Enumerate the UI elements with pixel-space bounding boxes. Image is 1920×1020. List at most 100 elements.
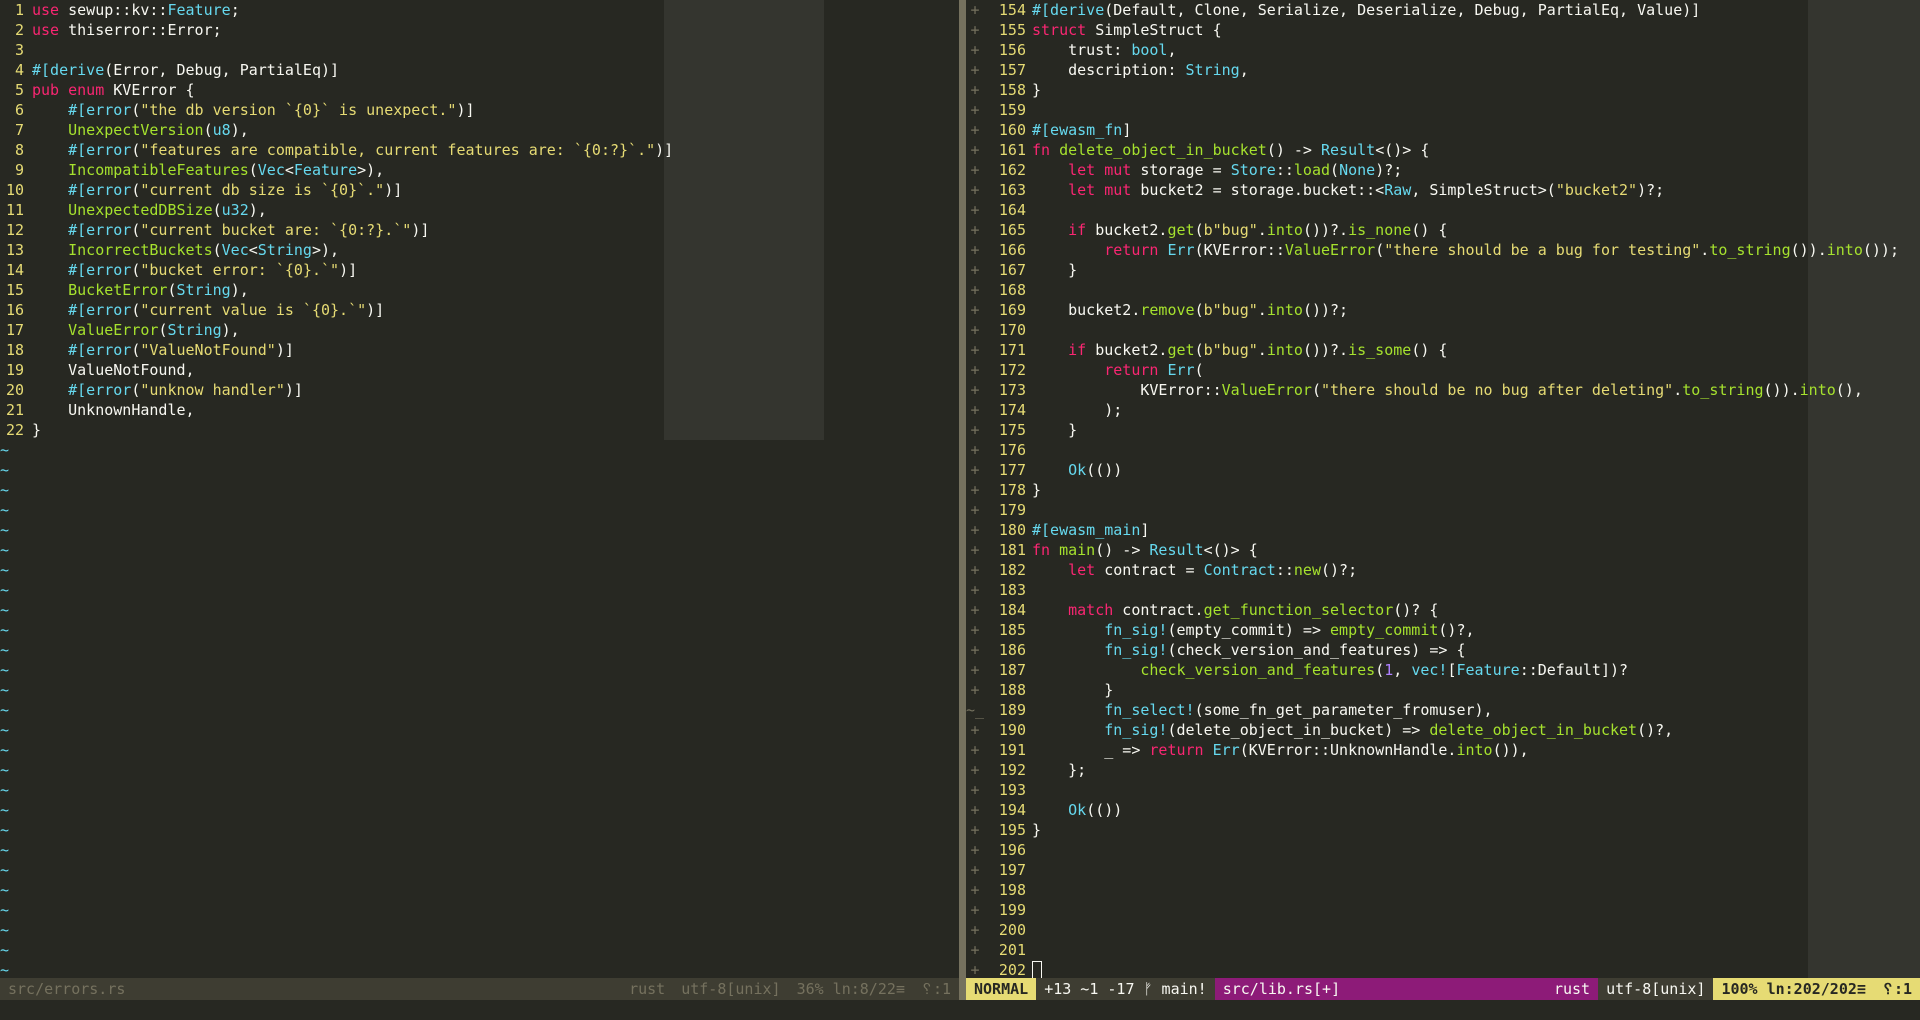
tilde-marker: ~ <box>0 581 10 599</box>
vertical-split-divider[interactable] <box>959 0 966 1000</box>
code-line[interactable]: +200 <box>966 920 1920 940</box>
code-line[interactable]: +166 return Err(KVError::ValueError("the… <box>966 240 1920 260</box>
code-line[interactable]: +182 let contract = Contract::new()?; <box>966 560 1920 580</box>
code-text: UnknownHandle, <box>32 401 195 419</box>
git-sign: + <box>970 721 980 739</box>
code-line[interactable]: 3 <box>0 40 959 60</box>
code-line[interactable]: 17 ValueError(String), <box>0 320 959 340</box>
code-line[interactable]: +156 trust: bool, <box>966 40 1920 60</box>
code-line[interactable]: +160 #[ewasm_fn] <box>966 120 1920 140</box>
line-number: 167 <box>998 261 1026 279</box>
code-line[interactable]: +171 if bucket2.get(b"bug".into())?.is_s… <box>966 340 1920 360</box>
status-filetype: rust <box>629 980 666 998</box>
code-line[interactable]: 10 #[error("current db size is `{0}`.")] <box>0 180 959 200</box>
code-line[interactable]: +162 let mut storage = Store::load(None)… <box>966 160 1920 180</box>
code-line[interactable]: +169 bucket2.remove(b"bug".into())?; <box>966 300 1920 320</box>
tilde-marker: ~ <box>0 861 10 879</box>
code-line[interactable]: +165 if bucket2.get(b"bug".into())?.is_n… <box>966 220 1920 240</box>
code-line[interactable]: +176 <box>966 440 1920 460</box>
code-line[interactable]: +202 <box>966 960 1920 978</box>
code-text: return Err( <box>1104 361 1204 379</box>
code-line[interactable]: ~_ 189 fn_select!(some_fn_get_parameter_f… <box>966 700 1920 720</box>
code-line[interactable]: +170 <box>966 320 1920 340</box>
code-line[interactable]: 15 BucketError(String), <box>0 280 959 300</box>
code-line[interactable]: 7 UnexpectVersion(u8), <box>0 120 959 140</box>
code-line[interactable]: 5 pub enum KVError { <box>0 80 959 100</box>
code-line[interactable]: +197 <box>966 860 1920 880</box>
status-position: 36% ln:8/22≡ <box>796 980 905 998</box>
right-editor-pane[interactable]: +154 #[derive(Default, Clone, Serialize, … <box>966 0 1920 978</box>
line-number: 13 <box>5 241 24 259</box>
line-number: 179 <box>998 501 1026 519</box>
code-line[interactable]: +187 check_version_and_features(1, vec![… <box>966 660 1920 680</box>
code-line[interactable]: 11 UnexpectedDBSize(u32), <box>0 200 959 220</box>
code-line[interactable]: 9 IncompatibleFeatures(Vec<Feature>), <box>0 160 959 180</box>
code-line[interactable]: 21 UnknownHandle, <box>0 400 959 420</box>
code-line[interactable]: 14 #[error("bucket error: `{0}.`")] <box>0 260 959 280</box>
left-code-lines[interactable]: 1 use sewup::kv::Feature; 2 use thiserror::… <box>0 0 959 978</box>
code-line[interactable]: +177 Ok(()) <box>966 460 1920 480</box>
code-line[interactable]: 22} <box>0 420 959 440</box>
code-line[interactable]: +183 <box>966 580 1920 600</box>
code-line[interactable]: 6 #[error("the db version `{0}` is unexp… <box>0 100 959 120</box>
code-line[interactable]: +167 } <box>966 260 1920 280</box>
code-line[interactable]: 16 #[error("current value is `{0}.`")] <box>0 300 959 320</box>
code-text: #[error("current bucket are: `{0:?}.`")] <box>68 221 430 239</box>
tilde-marker: ~ <box>0 741 10 759</box>
code-text: fn_sig!(delete_object_in_bucket) => dele… <box>1104 721 1674 739</box>
code-line[interactable]: +181 fn main() -> Result<()> { <box>966 540 1920 560</box>
code-line[interactable]: 19 ValueNotFound, <box>0 360 959 380</box>
command-line[interactable] <box>0 1000 1920 1020</box>
code-line[interactable]: +163 let mut bucket2 = storage.bucket::<… <box>966 180 1920 200</box>
git-sign: + <box>970 921 980 939</box>
code-line[interactable]: 12 #[error("current bucket are: `{0:?}.`… <box>0 220 959 240</box>
code-line[interactable]: +178} <box>966 480 1920 500</box>
git-sign: + <box>970 581 980 599</box>
code-line[interactable]: +159 <box>966 100 1920 120</box>
code-line[interactable]: +188 } <box>966 680 1920 700</box>
code-line[interactable]: +168 <box>966 280 1920 300</box>
code-line[interactable]: +180 #[ewasm_main] <box>966 520 1920 540</box>
git-sign: + <box>970 141 980 159</box>
code-line[interactable]: +154 #[derive(Default, Clone, Serialize, … <box>966 0 1920 20</box>
code-line[interactable]: +175 } <box>966 420 1920 440</box>
code-line[interactable]: +174 ); <box>966 400 1920 420</box>
code-line[interactable]: +191 _ => return Err(KVError::UnknownHan… <box>966 740 1920 760</box>
code-line[interactable]: +186 fn_sig!(check_version_and_features)… <box>966 640 1920 660</box>
code-line[interactable]: +195} <box>966 820 1920 840</box>
code-line[interactable]: +158} <box>966 80 1920 100</box>
code-text: struct SimpleStruct { <box>1032 21 1222 39</box>
code-line[interactable]: +198 <box>966 880 1920 900</box>
code-line[interactable]: 2 use thiserror::Error; <box>0 20 959 40</box>
code-line[interactable]: 20 #[error("unknow handler")] <box>0 380 959 400</box>
code-line[interactable]: +192 }; <box>966 760 1920 780</box>
code-line[interactable]: +190 fn_sig!(delete_object_in_bucket) =>… <box>966 720 1920 740</box>
code-line[interactable]: +161 fn delete_object_in_bucket() -> Resu… <box>966 140 1920 160</box>
code-line[interactable]: +199 <box>966 900 1920 920</box>
code-text: use thiserror::Error; <box>32 21 222 39</box>
code-line[interactable]: +196 <box>966 840 1920 860</box>
code-line[interactable]: +164 <box>966 200 1920 220</box>
code-line[interactable]: 18 #[error("ValueNotFound")] <box>0 340 959 360</box>
code-line[interactable]: 1 use sewup::kv::Feature; <box>0 0 959 20</box>
tilde-marker: ~ <box>0 901 10 919</box>
code-line[interactable]: 13 IncorrectBuckets(Vec<String>), <box>0 240 959 260</box>
code-line[interactable]: +185 fn_sig!(empty_commit) => empty_comm… <box>966 620 1920 640</box>
empty-buffer-line: ~ <box>0 800 959 820</box>
code-line[interactable]: +201 <box>966 940 1920 960</box>
code-line[interactable]: 4 #[derive(Error, Debug, PartialEq)] <box>0 60 959 80</box>
right-code-lines[interactable]: +154 #[derive(Default, Clone, Serialize, … <box>966 0 1920 978</box>
code-line[interactable]: +184 match contract.get_function_selecto… <box>966 600 1920 620</box>
code-line[interactable]: +194 Ok(()) <box>966 800 1920 820</box>
line-number: 7 <box>14 121 24 139</box>
code-line[interactable]: +193 <box>966 780 1920 800</box>
tilde-marker: ~ <box>0 801 10 819</box>
code-line[interactable]: 8 #[error("features are compatible, curr… <box>0 140 959 160</box>
code-line[interactable]: +155 struct SimpleStruct { <box>966 20 1920 40</box>
code-line[interactable]: +173 KVError::ValueError("there should b… <box>966 380 1920 400</box>
code-line[interactable]: +172 return Err( <box>966 360 1920 380</box>
empty-buffer-line: ~ <box>0 680 959 700</box>
left-editor-pane[interactable]: 1 use sewup::kv::Feature; 2 use thiserror::… <box>0 0 959 978</box>
code-line[interactable]: +157 description: String, <box>966 60 1920 80</box>
code-line[interactable]: +179 <box>966 500 1920 520</box>
